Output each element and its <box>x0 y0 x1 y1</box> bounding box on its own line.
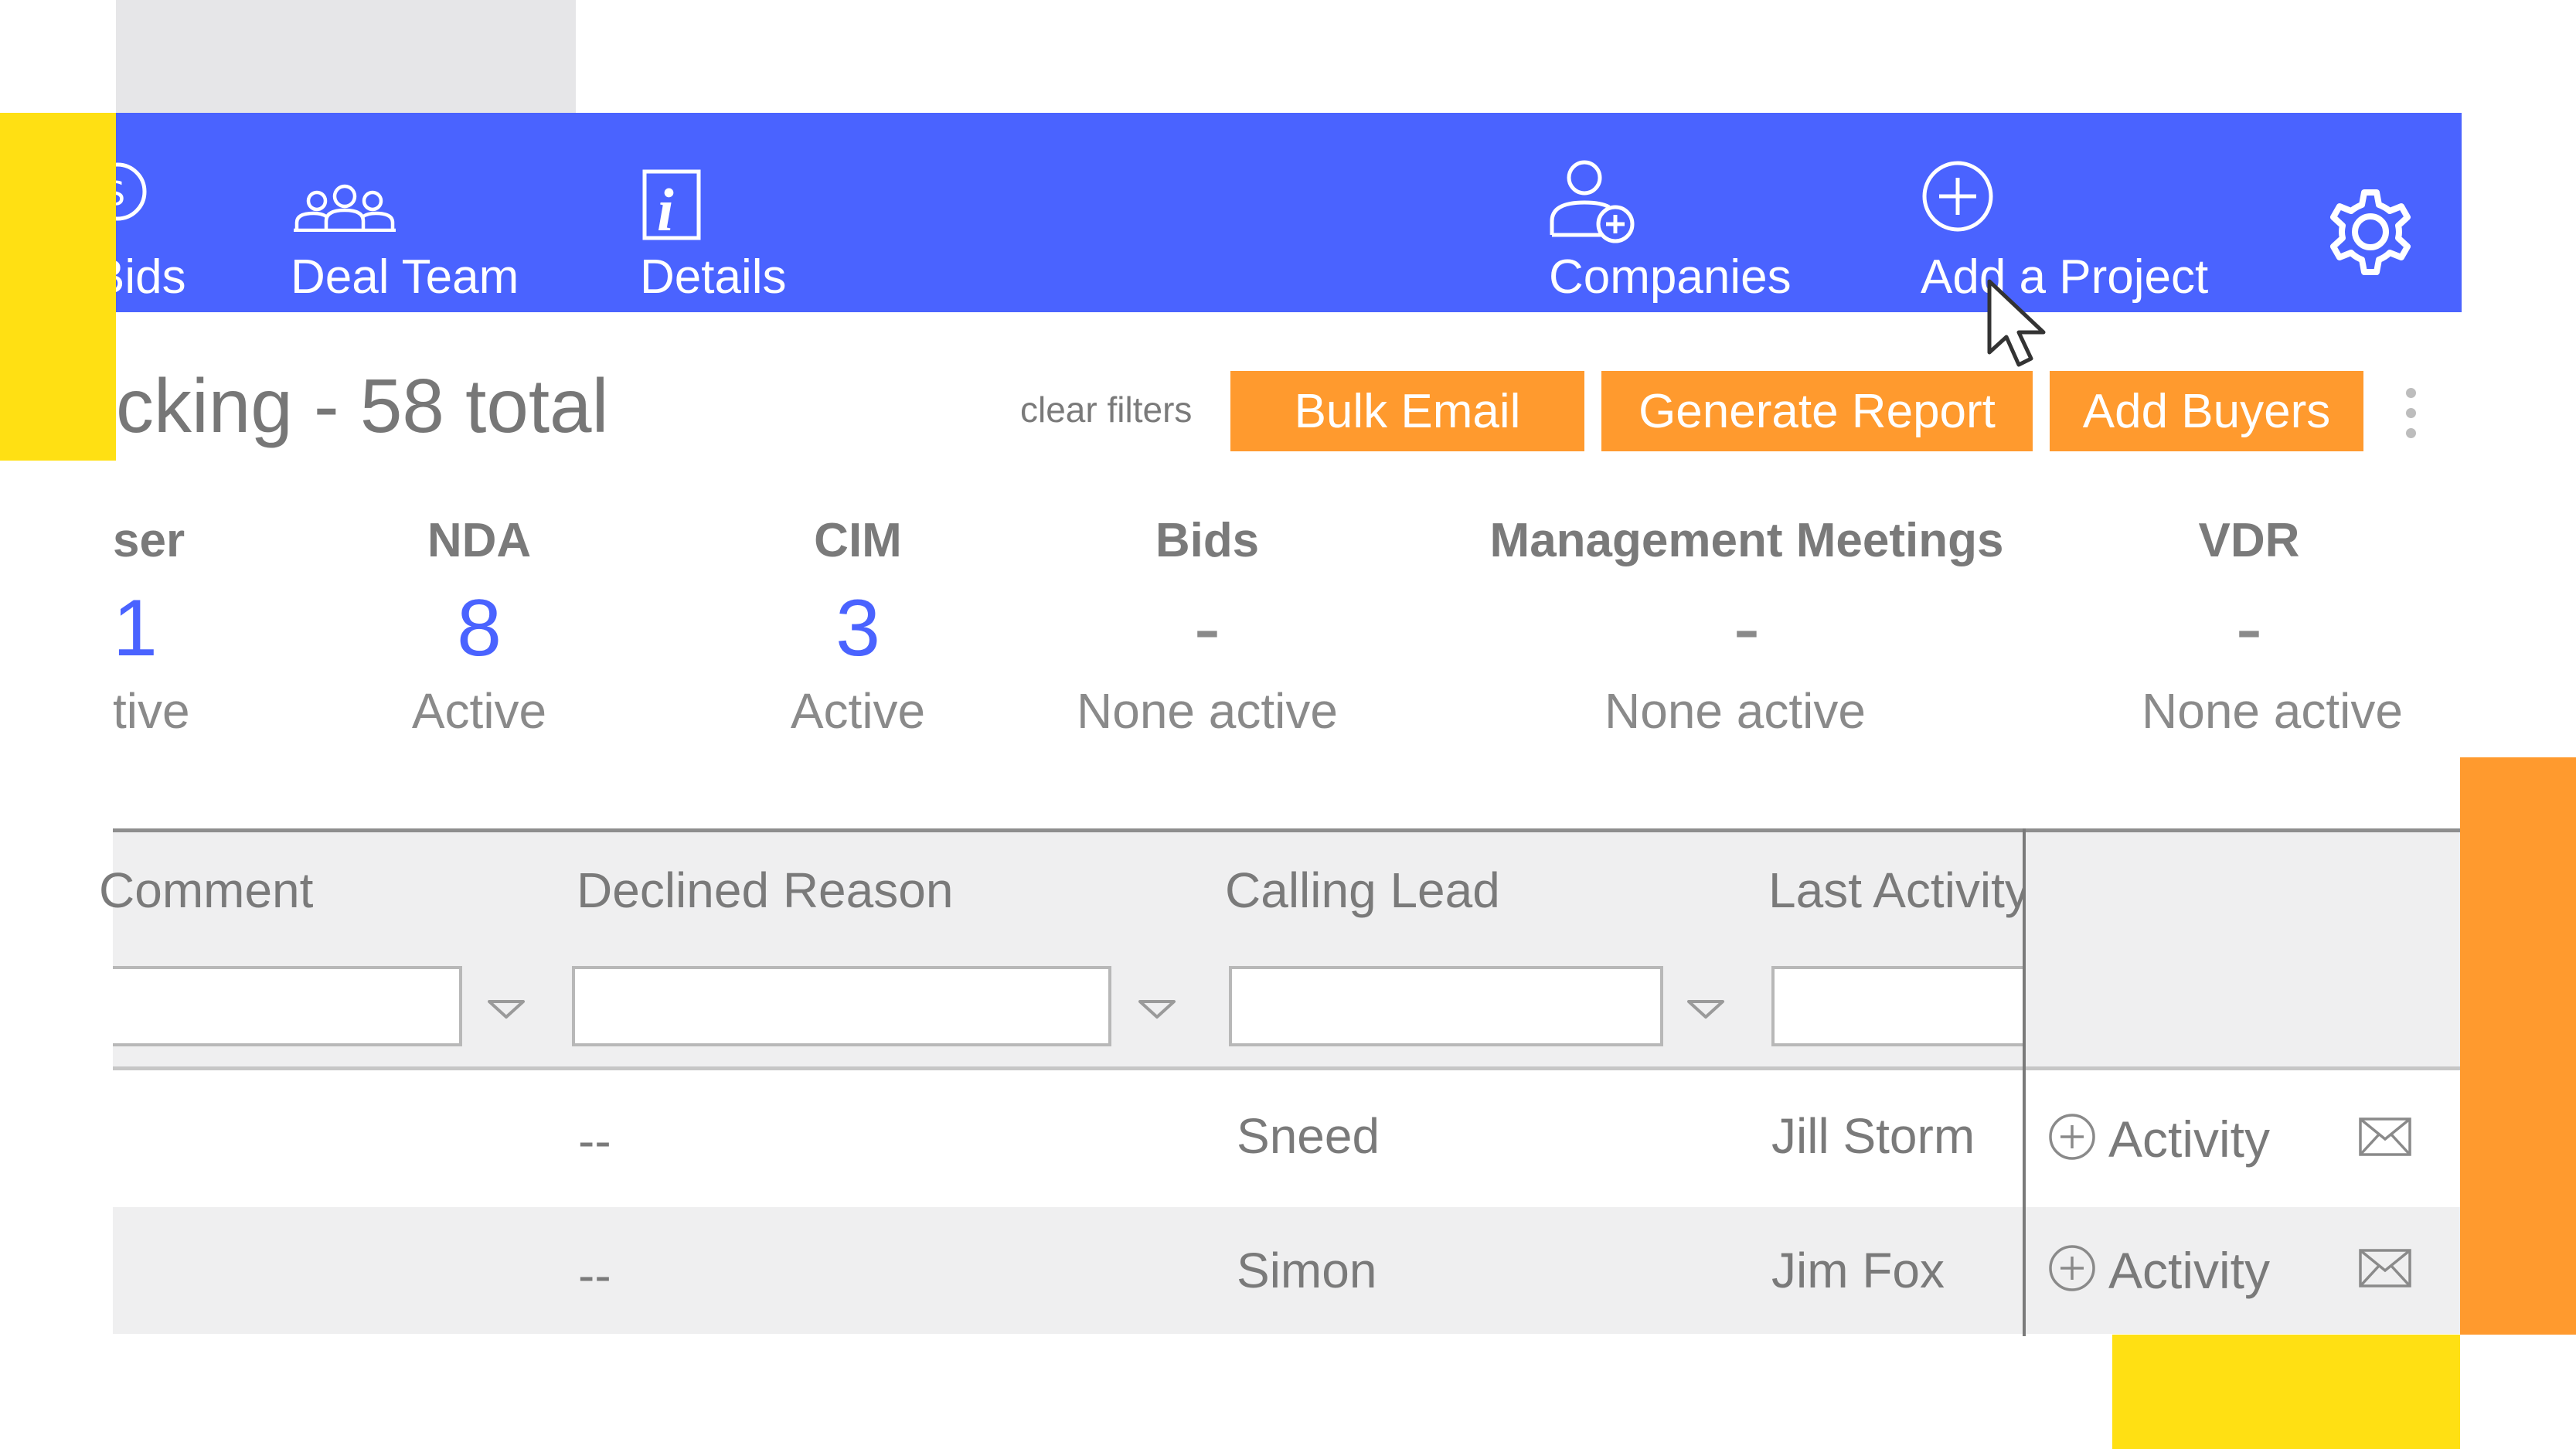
add-buyers-button[interactable]: Add Buyers <box>2050 371 2363 451</box>
stage-count: 1 <box>113 583 158 673</box>
stage-vdr[interactable]: VDR - None active <box>2118 510 2427 742</box>
decorative-gray-block <box>116 0 576 113</box>
page-title: cking - 58 total <box>116 363 609 448</box>
info-icon: i <box>642 169 701 243</box>
plus-circle-icon <box>2049 1114 2095 1160</box>
stage-teaser[interactable]: ser 1 tive <box>113 510 213 742</box>
stage-name: Bids <box>1155 514 1260 567</box>
stage-name: Management Meetings <box>1489 514 2004 567</box>
stage-status: None active <box>2142 683 2403 739</box>
decorative-yellow-block <box>2112 1335 2460 1449</box>
stage-name: CIM <box>814 514 902 567</box>
stage-name: NDA <box>427 514 532 567</box>
vertical-dots-icon[interactable] <box>2404 388 2419 439</box>
stage-nda[interactable]: NDA 8 Active <box>363 510 595 742</box>
svg-text:i: i <box>657 176 674 243</box>
column-header-declined-reason[interactable]: Declined Reason <box>577 859 953 921</box>
column-divider <box>2023 828 2026 1336</box>
stage-count: - <box>1733 583 1761 673</box>
nav-item-label: Deal Team <box>291 250 519 304</box>
chevron-down-icon[interactable] <box>1686 998 1725 1020</box>
group-icon <box>294 184 396 232</box>
envelope-icon[interactable] <box>2359 1117 2411 1156</box>
activity-label: Activity <box>2108 1242 2271 1299</box>
activity-label: Activity <box>2108 1111 2271 1168</box>
add-user-icon <box>1550 160 1635 243</box>
nav-item-label: Add a Project <box>1921 250 2209 304</box>
nav-item-deal-team[interactable]: Deal Team <box>284 159 539 304</box>
nav-item-bids[interactable]: $ Bids <box>93 159 294 304</box>
column-header-calling-lead[interactable]: Calling Lead <box>1225 859 1500 921</box>
add-activity-button[interactable]: Activity <box>2048 1240 2311 1301</box>
chevron-down-icon[interactable] <box>1138 998 1176 1020</box>
mouse-cursor-icon <box>1987 279 2046 367</box>
stage-name: ser <box>113 514 185 567</box>
last-activity-cell: Jim Fox <box>1771 1243 1945 1298</box>
comment-filter-input[interactable] <box>113 966 462 1046</box>
declined-reason-cell: -- <box>578 1247 611 1303</box>
stage-bids[interactable]: Bids - None active <box>1053 510 1362 742</box>
stage-management-meetings[interactable]: Management Meetings - None active <box>1445 510 2048 742</box>
stage-count: 3 <box>835 583 880 673</box>
stage-name: VDR <box>2198 514 2300 567</box>
gear-icon[interactable] <box>2320 182 2421 283</box>
plus-circle-icon <box>2049 1245 2095 1291</box>
bulk-email-button[interactable]: Bulk Email <box>1230 371 1584 451</box>
clear-filters-link[interactable]: clear filters <box>1020 386 1192 433</box>
add-activity-button[interactable]: Activity <box>2048 1108 2311 1170</box>
stage-status: tive <box>113 683 190 739</box>
top-navigation-bar: $ Bids Deal Team i Details <box>93 113 2462 312</box>
decorative-yellow-block <box>0 113 116 461</box>
nav-item-companies[interactable]: Companies <box>1547 159 1841 304</box>
calling-lead-cell: Sneed <box>1237 1108 1380 1164</box>
generate-report-button[interactable]: Generate Report <box>1601 371 2033 451</box>
stage-count: - <box>1193 583 1221 673</box>
nav-item-add-project[interactable]: Add a Project <box>1919 159 2259 304</box>
calling-lead-cell: Simon <box>1237 1243 1377 1298</box>
stage-status: Active <box>411 683 547 739</box>
stage-count: 8 <box>457 583 502 673</box>
stage-count: - <box>2235 583 2263 673</box>
calling-lead-filter-input[interactable] <box>1229 966 1663 1046</box>
decorative-orange-block <box>2460 757 2576 1335</box>
declined-reason-filter-input[interactable] <box>572 966 1111 1046</box>
nav-item-details[interactable]: i Details <box>638 159 824 304</box>
stage-status: Active <box>790 683 926 739</box>
nav-item-label: Details <box>640 250 787 304</box>
column-header-comment[interactable]: Comment <box>99 859 354 921</box>
last-activity-filter-input[interactable] <box>1771 966 2025 1046</box>
stage-status: None active <box>1077 683 1338 739</box>
nav-item-label: Companies <box>1549 250 1792 304</box>
plus-circle-icon <box>1922 161 1993 232</box>
column-header-last-activity[interactable]: Last Activity <box>1768 859 2023 921</box>
declined-reason-cell: -- <box>578 1113 611 1168</box>
envelope-icon[interactable] <box>2359 1249 2411 1287</box>
stage-cim[interactable]: CIM 3 Active <box>742 510 974 742</box>
stage-status: None active <box>1604 683 1866 739</box>
last-activity-cell: Jill Storm <box>1771 1108 1975 1164</box>
chevron-down-icon[interactable] <box>487 998 526 1020</box>
